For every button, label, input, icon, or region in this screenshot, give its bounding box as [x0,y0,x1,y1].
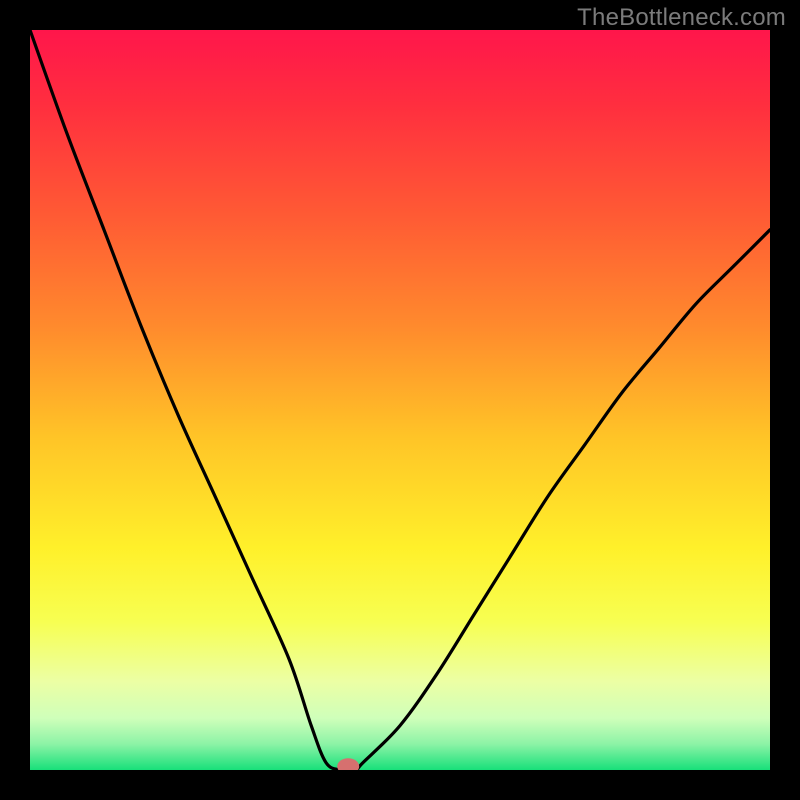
gradient-background [30,30,770,770]
bottleneck-chart-svg [30,30,770,770]
watermark-text: TheBottleneck.com [577,4,786,32]
chart-frame: TheBottleneck.com [0,0,800,800]
plot-area [30,30,770,770]
